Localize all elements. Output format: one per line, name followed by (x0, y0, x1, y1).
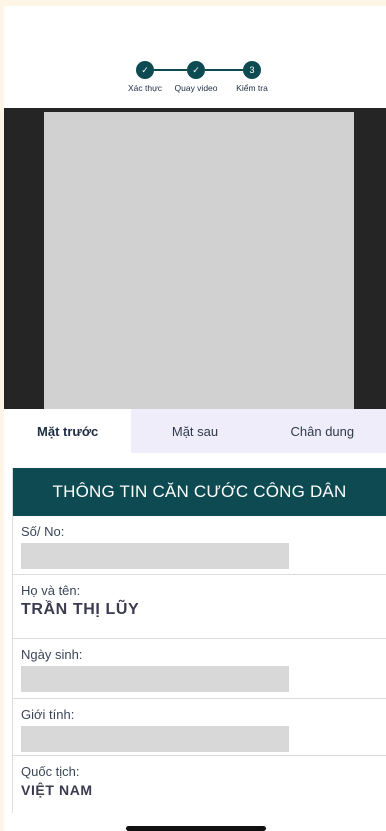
side-tabs: Mặt trước Mặt sau Chân dung (4, 409, 386, 453)
citizen-id-info-card: THÔNG TIN CĂN CƯỚC CÔNG DÂN Số/ No: Họ v… (12, 468, 386, 813)
id-card-preview (4, 108, 386, 409)
field-nationality: Quốc tịch: VIỆT NAM (13, 756, 386, 813)
check-icon: ✓ (136, 61, 154, 79)
field-label: Họ và tên: (21, 583, 81, 598)
field-value: VIỆT NAM (21, 782, 93, 798)
screen: ✓ Xác thực ✓ Quay video 3 Kiểm tra Mặt t… (4, 6, 386, 831)
card-title: THÔNG TIN CĂN CƯỚC CÔNG DÂN (13, 468, 386, 516)
progress-stepper: ✓ Xác thực ✓ Quay video 3 Kiểm tra (4, 61, 386, 101)
redacted-value (21, 543, 289, 569)
field-value: TRẦN THỊ LŨY (21, 601, 140, 618)
field-full-name: Họ và tên: TRẦN THỊ LŨY (13, 575, 386, 639)
step-review: 3 Kiểm tra (217, 61, 287, 93)
tab-portrait[interactable]: Chân dung (259, 409, 386, 453)
redacted-value (21, 726, 289, 752)
step-label: Kiểm tra (236, 83, 268, 93)
redacted-value (21, 666, 289, 692)
check-icon: ✓ (187, 61, 205, 79)
field-gender: Giới tính: (13, 699, 386, 756)
field-label: Ngày sinh: (21, 647, 83, 662)
field-label: Số/ No: (21, 524, 65, 539)
home-indicator[interactable] (126, 826, 266, 831)
tab-back[interactable]: Mặt sau (131, 409, 258, 453)
id-card-image (44, 112, 354, 409)
step-number: 3 (243, 61, 261, 79)
tab-front[interactable]: Mặt trước (4, 409, 132, 453)
field-label: Quốc tịch: (21, 764, 80, 779)
field-date-of-birth: Ngày sinh: (13, 639, 386, 699)
field-label: Giới tính: (21, 707, 75, 722)
field-id-number: Số/ No: (13, 516, 386, 575)
